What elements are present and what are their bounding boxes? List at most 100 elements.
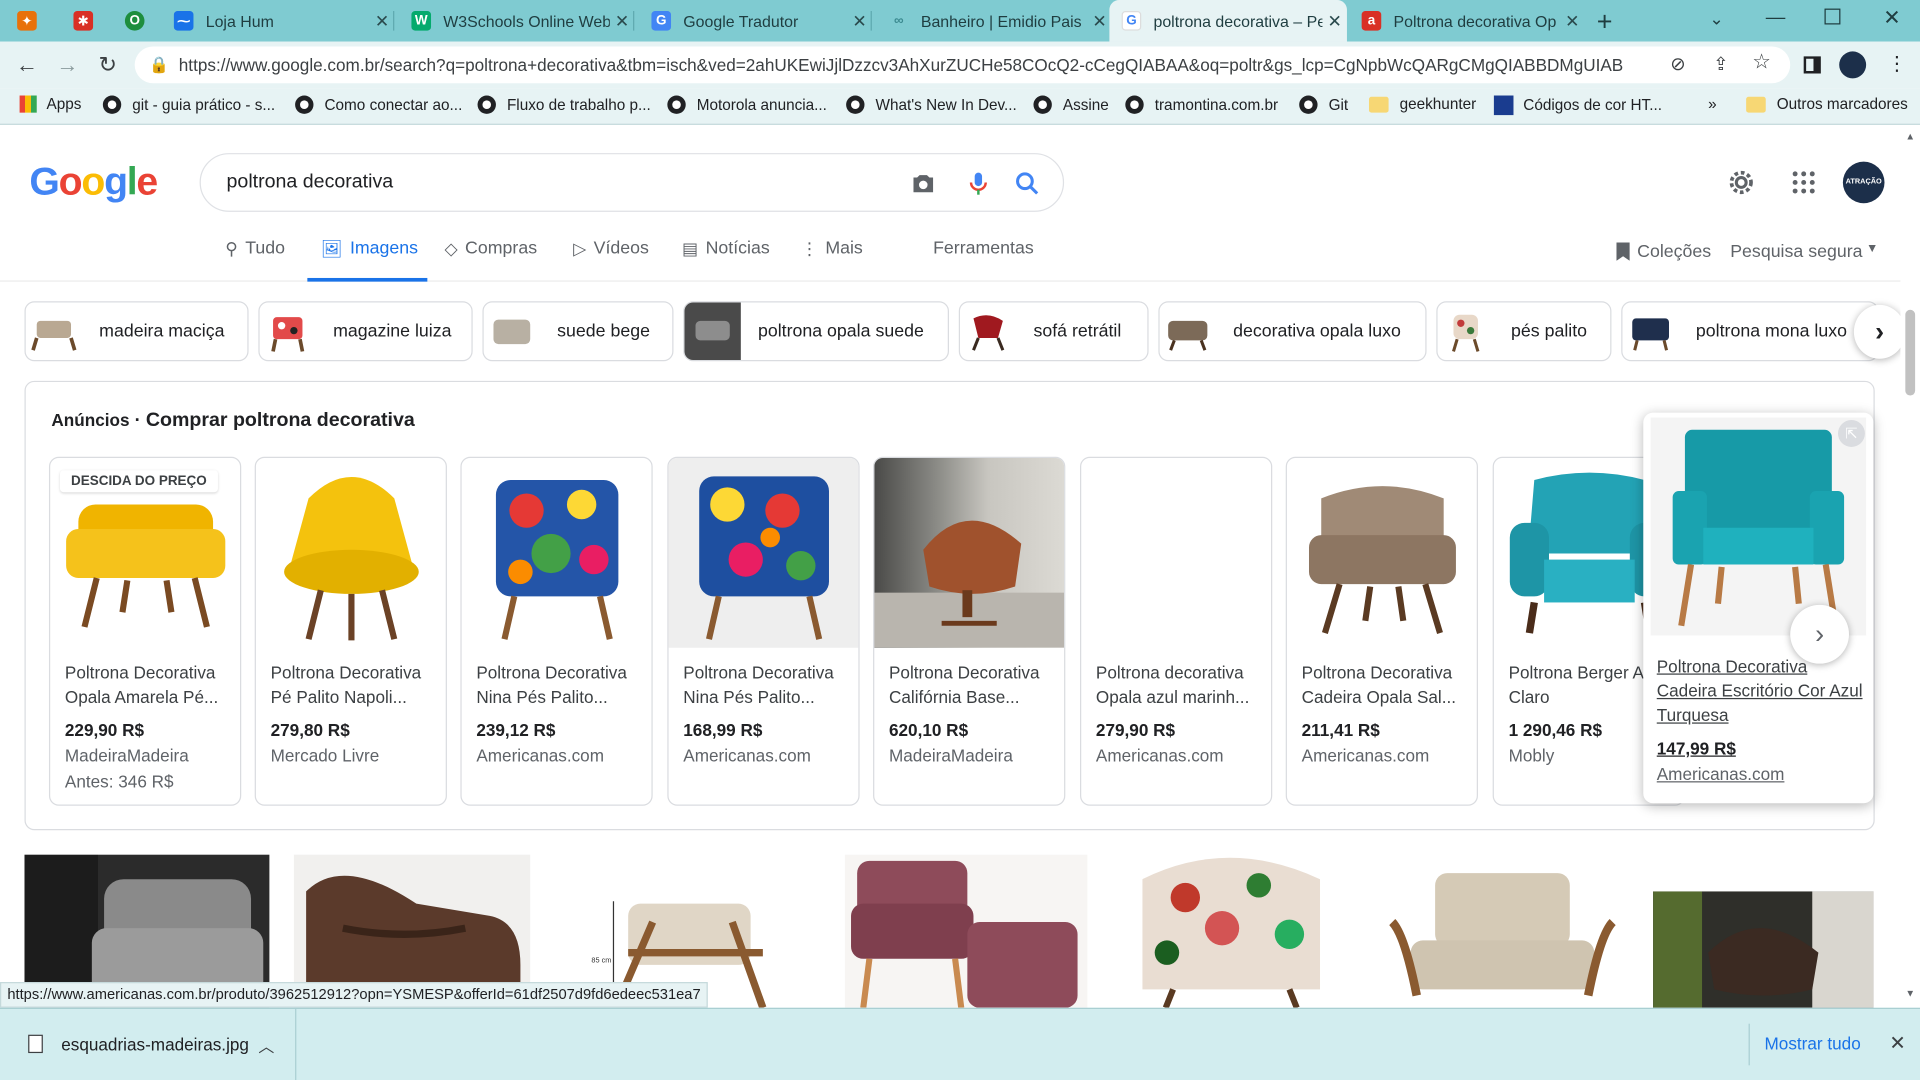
close-tab-icon[interactable]: ✕ <box>1322 10 1346 31</box>
product-seller[interactable]: Americanas.com <box>1657 764 1785 784</box>
chips-next-button[interactable]: › <box>1853 304 1906 359</box>
product-image[interactable] <box>462 458 652 648</box>
back-icon[interactable]: ← <box>11 49 43 81</box>
tab-search-icon[interactable]: ⌄ <box>1709 9 1723 30</box>
product-title[interactable]: Poltrona Decorativa Pé Palito Napoli... <box>271 660 438 709</box>
bookmark-assine[interactable]: Assine <box>1033 95 1109 114</box>
menu-icon[interactable]: ⋮ <box>1887 51 1907 75</box>
product-image[interactable] <box>1650 417 1867 636</box>
bookmark-tramontina[interactable]: tramontina.com.br <box>1125 95 1278 114</box>
collections-button[interactable]: Coleções <box>1616 242 1711 285</box>
bookmark-apps[interactable]: Apps <box>19 95 81 113</box>
product-title[interactable]: Poltrona Decorativa Nina Pés Palito... <box>476 660 643 709</box>
close-tab-icon[interactable]: ✕ <box>1087 10 1111 31</box>
chip-sofa-retratil[interactable]: sofá retrátil <box>958 301 1149 362</box>
pinned-tab-1[interactable]: ✦ <box>0 0 51 42</box>
tools-button[interactable]: Ferramentas <box>933 239 1034 282</box>
product-title[interactable]: Poltrona Decorativa Cadeira Opala Sal... <box>1302 660 1469 709</box>
bookmark-star-icon[interactable]: ☆ <box>1752 50 1771 74</box>
chip-madeira-macica[interactable]: madeira maciça <box>24 301 249 362</box>
apps-launcher-icon[interactable] <box>1792 171 1815 194</box>
safe-search-dropdown[interactable]: Pesquisa segura ▼ <box>1730 242 1878 285</box>
vertical-scrollbar[interactable]: ▲ ▼ <box>1900 126 1920 1008</box>
microphone-icon[interactable] <box>964 169 993 198</box>
chip-poltrona-opala-suede[interactable]: poltrona opala suede <box>683 301 949 362</box>
bookmark-git[interactable]: Git <box>1299 95 1348 114</box>
tab-videos[interactable]: ▷ Vídeos <box>573 239 649 282</box>
product-image[interactable] <box>874 457 1065 648</box>
scroll-down-icon[interactable]: ▼ <box>1905 988 1915 999</box>
search-input[interactable]: poltrona decorativa <box>227 171 394 193</box>
open-external-icon[interactable]: ⇱ <box>1837 420 1865 447</box>
bookmark-geekhunter[interactable]: geekhunter <box>1368 96 1476 113</box>
product-title[interactable]: Poltrona Decorativa Opala Amarela Pé... <box>65 660 232 709</box>
tab-madeira[interactable]: a Poltrona decorativa Op ✕ <box>1349 0 1584 42</box>
scroll-up-icon[interactable]: ▲ <box>1905 131 1915 142</box>
product-card[interactable]: Poltrona Decorativa Cadeira Opala Sal...… <box>1285 456 1478 806</box>
result-image[interactable] <box>844 854 1088 1008</box>
product-card[interactable]: Poltrona Decorativa Califórnia Base... 6… <box>873 456 1066 806</box>
account-avatar[interactable]: ATRAÇÃO <box>1842 161 1885 204</box>
bookmark-como-conectar[interactable]: Como conectar ao... <box>295 95 462 114</box>
scroll-thumb[interactable] <box>1905 309 1916 396</box>
pinned-tab-2[interactable]: ✱ <box>59 0 108 42</box>
chevron-up-icon[interactable]: ︿ <box>258 1033 274 1056</box>
address-bar[interactable]: 🔒 https://www.google.com.br/search?q=pol… <box>134 46 1791 84</box>
bookmark-codigos-cor[interactable]: Códigos de cor HT... <box>1493 95 1662 116</box>
tab-compras[interactable]: ◇ Compras <box>444 239 537 282</box>
product-image[interactable] <box>256 458 446 648</box>
product-title[interactable]: Poltrona decorativa Opala azul marinh... <box>1096 660 1263 709</box>
result-image[interactable] <box>1653 891 1874 1008</box>
settings-gear-icon[interactable] <box>1727 168 1756 197</box>
tab-mais[interactable]: ⋮ Mais <box>801 239 863 282</box>
url-text[interactable]: https://www.google.com.br/search?q=poltr… <box>179 55 1624 75</box>
tab-tudo[interactable]: ⚲ Tudo <box>225 239 285 282</box>
tab-banheiro[interactable]: ∞ Banheiro | Emidio Pais ✕ <box>877 0 1112 42</box>
reload-icon[interactable]: ↻ <box>92 49 124 81</box>
product-card[interactable]: Poltrona Decorativa Nina Pés Palito... 2… <box>460 456 653 806</box>
product-image[interactable] <box>1287 458 1477 648</box>
product-title[interactable]: Poltrona Decorativa Nina Pés Palito... <box>683 660 850 709</box>
close-tab-icon[interactable]: ✕ <box>370 10 394 31</box>
tab-loja-hum[interactable]: ⁓ Loja Hum ✕ <box>162 0 395 42</box>
product-card[interactable]: Poltrona Decorativa Pé Palito Napoli... … <box>254 456 447 806</box>
product-image[interactable] <box>1081 458 1271 648</box>
bookmark-whats-new[interactable]: What's New In Dev... <box>846 95 1017 114</box>
side-panel-icon[interactable] <box>1803 56 1821 74</box>
window-close-icon[interactable]: ✕ <box>1883 6 1900 30</box>
tab-imagens[interactable]: 🖼 Imagens <box>307 239 428 282</box>
close-tab-icon[interactable]: ✕ <box>1560 10 1584 31</box>
profile-avatar[interactable] <box>1839 51 1867 79</box>
tab-w3schools[interactable]: W W3Schools Online Web ✕ <box>399 0 635 42</box>
search-icon[interactable] <box>1013 169 1042 198</box>
product-image[interactable] <box>668 457 859 648</box>
chip-suede-bege[interactable]: suede bege <box>482 301 674 362</box>
eye-off-icon[interactable]: ⊘ <box>1670 53 1685 75</box>
chip-pes-palito[interactable]: pés palito <box>1436 301 1612 362</box>
tab-poltrona-decorativa[interactable]: Gpoltrona decorativa – Pe ✕ <box>1109 0 1347 42</box>
minimize-icon[interactable]: — <box>1766 7 1786 29</box>
chip-poltrona-mona-luxo[interactable]: poltrona mona luxo <box>1621 301 1879 362</box>
product-card[interactable]: DESCIDA DO PREÇO Poltrona Decorativa Opa… <box>48 456 242 806</box>
product-title[interactable]: Poltrona Decorativa Califórnia Base... <box>889 660 1056 709</box>
hovered-product-card[interactable]: ⇱ Poltrona Decorativa Cadeira Escritório… <box>1643 412 1874 804</box>
share-icon[interactable]: ⇪ <box>1713 53 1728 75</box>
product-title[interactable]: Poltrona Decorativa Cadeira Escritório C… <box>1657 654 1865 727</box>
product-card[interactable]: Poltrona decorativa Opala azul marinh...… <box>1080 456 1273 806</box>
show-all-button[interactable]: Mostrar tudo <box>1765 1033 1861 1053</box>
product-card[interactable]: Poltrona Decorativa Nina Pés Palito... 1… <box>667 456 860 806</box>
forward-icon[interactable]: → <box>51 49 83 81</box>
ads-next-button[interactable]: › <box>1790 604 1849 664</box>
tab-google-tradutor[interactable]: G Google Tradutor ✕ <box>639 0 872 42</box>
bookmark-fluxo[interactable]: Fluxo de trabalho p... <box>477 95 651 114</box>
result-image[interactable] <box>1373 854 1629 1008</box>
search-box[interactable]: poltrona decorativa <box>199 153 1065 212</box>
close-tab-icon[interactable]: ✕ <box>610 10 634 31</box>
bookmark-outros[interactable]: Outros marcadores <box>1746 96 1908 113</box>
new-tab-icon[interactable]: + <box>1597 6 1613 38</box>
close-tab-icon[interactable]: ✕ <box>847 10 871 31</box>
close-downloads-icon[interactable]: ✕ <box>1889 1031 1905 1055</box>
bookmark-git-guia[interactable]: git - guia prático - s... <box>102 95 275 114</box>
google-logo[interactable]: Google <box>29 159 158 204</box>
restore-icon[interactable] <box>1824 8 1841 25</box>
